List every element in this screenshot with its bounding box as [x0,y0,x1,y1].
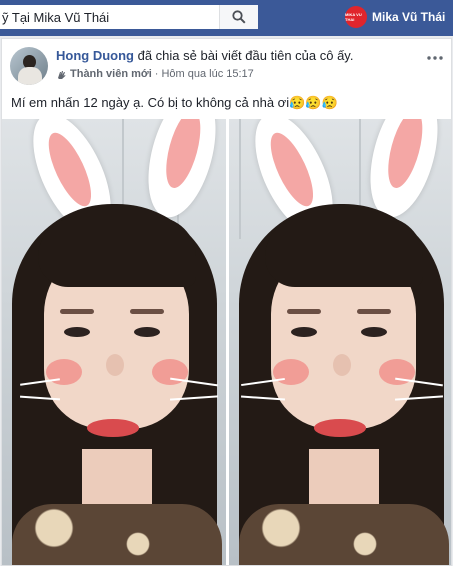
post-header: Hong Duong đã chia sẻ bài viết đầu tiên … [56,48,353,63]
post-message: Mí em nhấn 12 ngày ạ. Có bị to không cả … [11,95,338,110]
search-icon [232,10,246,24]
profile-logo-text: MIKA VU THAI [345,12,362,22]
search-input[interactable]: ỹ Tại Mika Vũ Thái [0,10,219,25]
post-meta: Thành viên mới · Hôm qua lúc 15:17 [56,68,254,80]
wave-hand-icon [58,70,66,79]
author-name-link[interactable]: Hong Duong [56,48,134,63]
profile-logo: MIKA VU THAI [345,6,367,28]
more-options-icon[interactable] [427,47,443,65]
post-timestamp[interactable]: Hôm qua lúc 15:17 [161,68,253,80]
meta-separator: · [154,68,159,80]
photo-grid [2,119,451,565]
profile-name[interactable]: Mika Vũ Thái [372,10,445,24]
profile-link[interactable]: MIKA VU THAI Mika Vũ Thái [345,6,445,28]
top-navigation-bar: ỹ Tại Mika Vũ Thái MIKA VU THAI Mika Vũ … [0,0,453,36]
member-badge[interactable]: Thành viên mới [70,68,152,80]
post-photo-left[interactable] [2,119,226,565]
post-action-text: đã chia sẻ bài viết đầu tiên của cô ấy. [137,48,354,63]
post-card: Hong Duong đã chia sẻ bài viết đầu tiên … [1,38,452,566]
post-photo-right[interactable] [229,119,451,565]
author-avatar[interactable] [10,47,48,85]
search-button[interactable] [219,5,258,29]
search-box[interactable]: ỹ Tại Mika Vũ Thái [0,5,258,29]
